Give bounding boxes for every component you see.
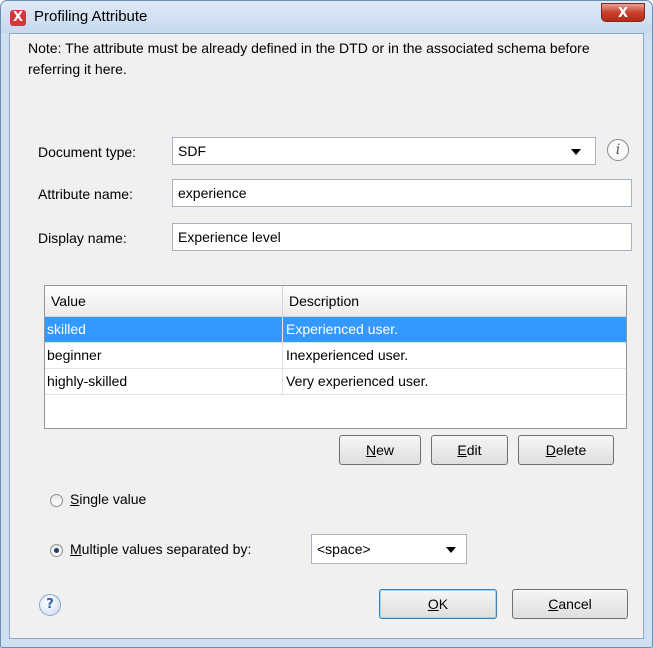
attribute-name-label: Attribute name: xyxy=(38,186,133,202)
document-type-label: Document type: xyxy=(38,144,137,160)
value-cell: highly-skilled xyxy=(47,373,128,389)
attribute-name-field[interactable]: experience xyxy=(172,179,632,207)
display-name-label: Display name: xyxy=(38,230,127,246)
title-bar[interactable]: X Profiling Attribute X xyxy=(1,1,652,33)
note-text: Note: The attribute must be already defi… xyxy=(28,40,590,77)
column-header-description[interactable]: Description xyxy=(282,286,626,316)
document-type-combo[interactable]: SDF xyxy=(172,137,596,165)
column-header-value[interactable]: Value xyxy=(45,286,282,316)
multiple-values-label[interactable]: Multiple values separated by: xyxy=(70,541,251,557)
multiple-values-radio[interactable] xyxy=(50,544,63,557)
multiple-label-text: ultiple values separated by: xyxy=(81,541,252,557)
edit-label: dit xyxy=(466,442,482,458)
close-button[interactable]: X xyxy=(601,3,645,22)
single-value-radio[interactable] xyxy=(50,494,63,507)
delete-mnemonic: D xyxy=(545,442,556,458)
ok-mnemonic: O xyxy=(427,596,439,612)
delete-button[interactable]: Delete xyxy=(518,435,614,465)
single-value-label[interactable]: Single value xyxy=(70,491,146,507)
single-mnemonic: S xyxy=(70,491,80,507)
description-cell: Experienced user. xyxy=(282,317,398,342)
description-cell: Inexperienced user. xyxy=(282,343,408,368)
cancel-button[interactable]: Cancel xyxy=(512,589,628,619)
display-name-field[interactable]: Experience level xyxy=(172,223,632,251)
new-mnemonic: N xyxy=(365,442,377,458)
values-table[interactable]: Value Description skilled Experienced us… xyxy=(44,285,627,429)
value-cell: skilled xyxy=(47,321,86,337)
value-cell: beginner xyxy=(47,347,102,363)
ok-button[interactable]: OK xyxy=(379,589,497,619)
new-button[interactable]: New xyxy=(339,435,421,465)
separator-value: <space> xyxy=(317,541,371,557)
description-cell: Very experienced user. xyxy=(282,369,428,394)
table-row[interactable]: highly-skilled Very experienced user. xyxy=(45,369,626,395)
single-label-text: ingle value xyxy=(79,491,147,507)
ok-label: K xyxy=(438,596,449,612)
radio-selected-dot xyxy=(54,548,59,553)
table-row[interactable]: beginner Inexperienced user. xyxy=(45,343,626,369)
chevron-down-icon xyxy=(446,547,456,553)
app-icon: X xyxy=(10,10,26,26)
separator-combo[interactable]: <space> xyxy=(311,534,467,564)
cancel-label: ancel xyxy=(558,596,592,612)
table-header: Value Description xyxy=(45,286,626,317)
multiple-mnemonic: M xyxy=(70,541,82,557)
delete-label: elete xyxy=(555,442,587,458)
window-title: Profiling Attribute xyxy=(34,8,148,25)
edit-mnemonic: E xyxy=(457,442,467,458)
help-icon[interactable]: ? xyxy=(39,594,61,616)
edit-button[interactable]: Edit xyxy=(431,435,508,465)
info-icon[interactable]: i xyxy=(607,139,629,161)
chevron-down-icon xyxy=(571,149,581,155)
document-type-value: SDF xyxy=(178,143,206,159)
new-label: ew xyxy=(376,442,395,458)
table-row[interactable]: skilled Experienced user. xyxy=(45,317,626,343)
cancel-mnemonic: C xyxy=(548,596,559,612)
